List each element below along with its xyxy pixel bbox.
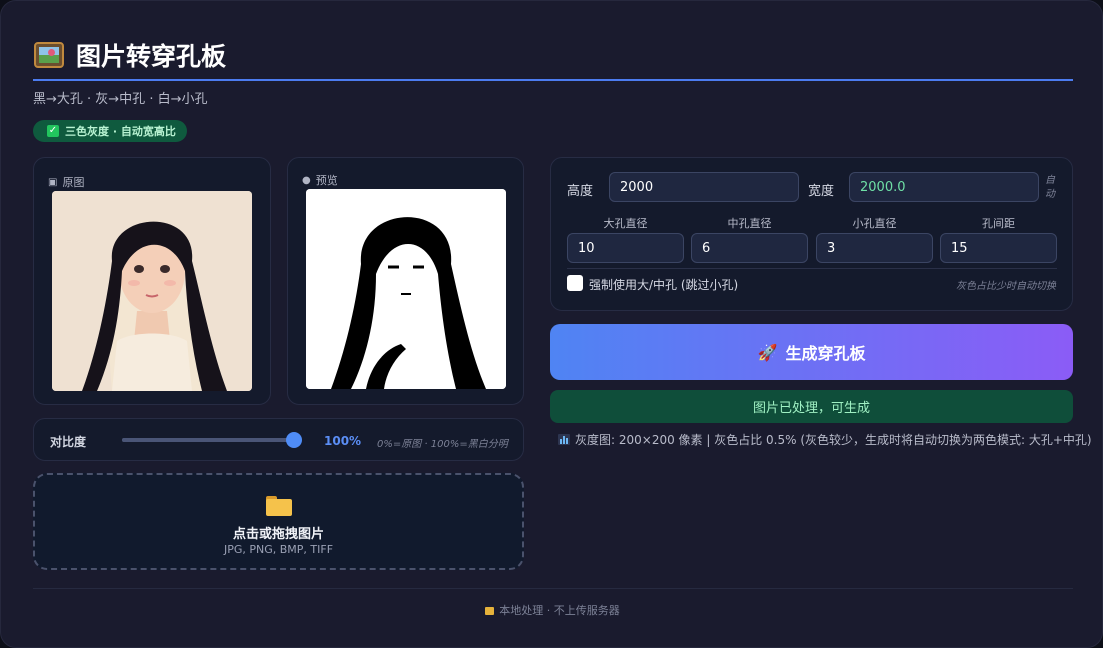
- width-label: 宽度: [808, 184, 835, 199]
- auto-tag: 自动: [1045, 175, 1055, 200]
- large-hole-input[interactable]: 10: [567, 233, 684, 263]
- preview-image: [306, 189, 506, 389]
- large-hole-label: 大孔直径: [603, 217, 648, 230]
- force-large-medium-checkbox[interactable]: [567, 275, 583, 291]
- footer-text: 本地处理 · 不上传服务器: [499, 604, 620, 617]
- upload-dropzone[interactable]: 点击或拖拽图片 JPG, PNG, BMP, TIFF: [33, 473, 524, 570]
- checkmark-icon: ✓: [47, 125, 59, 137]
- app-window: 图片转穿孔板 黑→大孔 · 灰→中孔 · 白→小孔 ✓ 三色灰度 · 自动宽高比…: [0, 0, 1103, 648]
- contrast-slider-fill: [122, 438, 294, 442]
- contrast-control: 对比度 100% 0%=原图 · 100%=黑白分明: [33, 418, 524, 461]
- page-title: 图片转穿孔板: [76, 42, 227, 71]
- parameters-card: 高度 2000 宽度 2000.0 自动 大孔直径 中孔直径 小孔直径 孔间距 …: [550, 157, 1073, 311]
- header: 图片转穿孔板: [34, 37, 226, 73]
- original-label: 原图: [62, 176, 85, 189]
- height-input[interactable]: 2000: [609, 172, 799, 202]
- mode-badge-label: 三色灰度 · 自动宽高比: [65, 125, 176, 138]
- original-image: [52, 191, 252, 391]
- original-image-card: ▣ 原图: [33, 157, 271, 405]
- generate-button[interactable]: 🚀 生成穿孔板: [550, 324, 1073, 380]
- spacing-input[interactable]: 15: [940, 233, 1057, 263]
- force-large-medium-label[interactable]: 强制使用大/中孔 (跳过小孔): [589, 276, 738, 293]
- contrast-label: 对比度: [50, 435, 87, 449]
- mode-badge: ✓ 三色灰度 · 自动宽高比: [33, 120, 187, 142]
- rocket-icon: 🚀: [757, 342, 778, 362]
- small-hole-input[interactable]: 3: [816, 233, 933, 263]
- contrast-slider-thumb[interactable]: [286, 432, 302, 448]
- stats-line: 灰度图: 200×200 像素 | 灰色占比 0.5% (灰色较少，生成时将自动…: [558, 431, 1092, 448]
- contrast-value: 100%: [324, 434, 362, 448]
- footer-divider: [33, 588, 1073, 589]
- generate-button-label: 生成穿孔板: [785, 344, 866, 363]
- bar-chart-icon: [558, 434, 570, 445]
- height-label: 高度: [567, 184, 594, 199]
- subtitle: 黑→大孔 · 灰→中孔 · 白→小孔: [33, 92, 208, 107]
- footer: 本地处理 · 不上传服务器: [1, 602, 1103, 618]
- title-divider: [33, 79, 1073, 81]
- upload-formats: JPG, PNG, BMP, TIFF: [223, 543, 334, 556]
- contrast-slider[interactable]: [122, 432, 302, 448]
- width-input[interactable]: 2000.0: [849, 172, 1039, 202]
- stats-text: 灰度图: 200×200 像素 | 灰色占比 0.5% (灰色较少，生成时将自动…: [575, 433, 1092, 447]
- camera-icon: ▣: [48, 176, 58, 188]
- folder-icon: [266, 496, 292, 516]
- spacing-label: 孔间距: [982, 217, 1015, 230]
- eye-icon: ●: [302, 174, 311, 186]
- params-divider: [567, 268, 1057, 269]
- preview-image-card: ● 预览: [287, 157, 524, 405]
- preview-label: 预览: [315, 174, 338, 187]
- force-hint: 灰色占比少时自动切换: [956, 281, 1056, 292]
- medium-hole-label: 中孔直径: [727, 217, 772, 230]
- status-message: 图片已处理，可生成: [550, 390, 1073, 423]
- contrast-hint: 0%=原图 · 100%=黑白分明: [377, 439, 508, 450]
- small-hole-label: 小孔直径: [852, 217, 897, 230]
- lock-icon: [485, 607, 495, 615]
- medium-hole-input[interactable]: 6: [691, 233, 808, 263]
- framed-picture-icon: [34, 42, 64, 68]
- upload-title: 点击或拖拽图片: [232, 527, 324, 542]
